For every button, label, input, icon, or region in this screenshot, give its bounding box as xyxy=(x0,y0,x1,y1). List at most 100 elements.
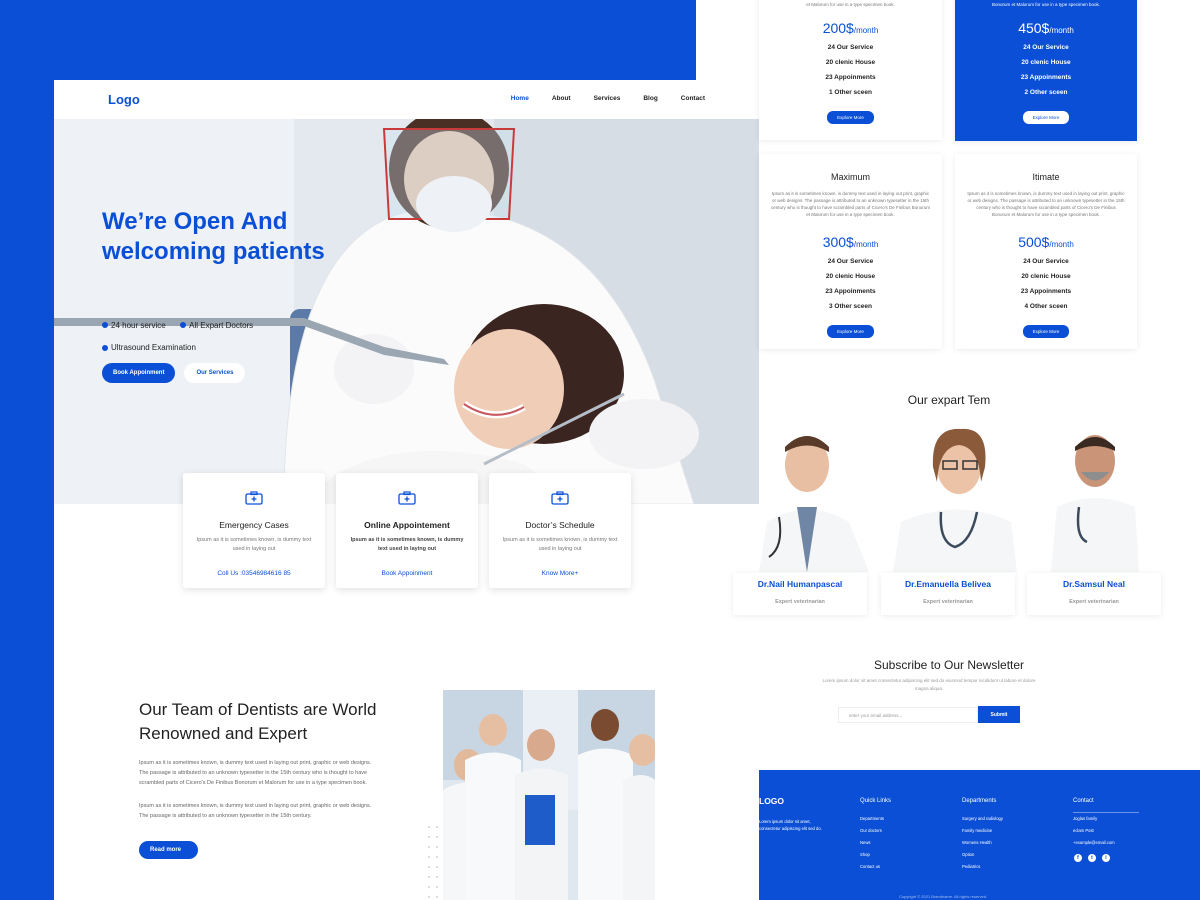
footer-link[interactable]: Our doctors xyxy=(860,828,891,833)
footer-logo[interactable]: LOGO xyxy=(759,796,784,806)
nav-links: Home About Services Blog Contact xyxy=(511,95,705,102)
doctor-card-3[interactable]: Dr.Samsul Neal Expert veterinarian xyxy=(1027,573,1161,615)
pricing-price: 500$/month xyxy=(1018,234,1074,250)
pricing-desc: Ipsum as it is sometimes known, is dummy… xyxy=(771,191,930,217)
nav-about[interactable]: About xyxy=(552,95,571,102)
newsletter-email-input[interactable]: enter your email address... xyxy=(838,707,978,723)
pricing-desc: Ipsum as it is sometimes known, is dummy… xyxy=(967,191,1125,217)
pricing-feature: 23 Appoinments xyxy=(1020,288,1072,295)
hero-section: We’re Open And welcoming patients 24 hou… xyxy=(54,119,759,504)
footer-link[interactable]: Shop xyxy=(860,852,891,857)
team-group-photo xyxy=(443,690,655,900)
nav-contact[interactable]: Contact xyxy=(681,95,705,102)
card-doctor-schedule: Doctor’s Schedule Ipsum as it is sometim… xyxy=(489,473,631,588)
our-services-button[interactable]: Our Services xyxy=(184,363,246,383)
doctor-photo xyxy=(1027,427,1163,572)
pricing-team-mockup: century who is thought to have scrambled… xyxy=(733,0,1200,770)
pricing-price: 300$/month xyxy=(822,234,879,250)
bullet-ultrasound: Ultrasound Examination xyxy=(102,343,196,352)
card-online-appointment: Online Appointement Ipsum as it is somet… xyxy=(336,473,478,588)
footer-link[interactable]: Departments xyxy=(860,816,891,821)
hero-title: We’re Open And welcoming patients xyxy=(102,208,325,265)
explore-more-button[interactable]: Explore More xyxy=(1022,111,1070,124)
card-desc: Ipsum as it is sometimes known, is dummy… xyxy=(196,537,312,552)
book-appointment-button[interactable]: Book Appoinment xyxy=(102,363,176,383)
footer-link[interactable]: News xyxy=(860,840,891,845)
nav-home[interactable]: Home xyxy=(511,95,529,102)
hero-buttons: Book Appoinment Our Services xyxy=(102,363,246,383)
doctor-card-1[interactable]: Dr.Nail Humanpascal Expert veterinarian xyxy=(733,573,867,615)
pricing-card-itimate: Itimate Ipsum as it is sometimes known, … xyxy=(955,154,1137,349)
doctor-card-2[interactable]: Dr.Emanuella Belivea Expert veterinarian xyxy=(881,573,1015,615)
newsletter-submit-button[interactable]: Submit xyxy=(978,706,1020,723)
pricing-feature: 20 clenic House xyxy=(1021,59,1071,66)
doctor-name: Dr.Emanuella Belivea xyxy=(905,579,991,589)
footer-departments: Departments Surgery and radiology Family… xyxy=(962,798,1003,876)
pricing-feature: 24 Our Service xyxy=(827,44,874,51)
team-paragraph-2: Ipsum as it is sometimes known, is dummy… xyxy=(139,803,372,819)
footer-link[interactable]: Family medicine xyxy=(962,828,1003,833)
read-more-button[interactable]: Read more xyxy=(139,841,198,859)
explore-more-button[interactable]: Explore More xyxy=(827,325,874,338)
pricing-card-maximum: Maximum Ipsum as it is sometimes known, … xyxy=(759,154,942,349)
nav-blog[interactable]: Blog xyxy=(643,95,657,102)
service-cards: Emergency Cases Ipsum as it is sometimes… xyxy=(183,473,631,588)
footer-quick-links: Quick Links Departments Our doctors News… xyxy=(860,798,891,876)
pricing-feature: 24 Our Service xyxy=(827,258,874,265)
expert-team-title: Our expart Tem xyxy=(907,393,991,407)
footer-heading: Quick Links xyxy=(860,798,892,804)
footer-social: f t i xyxy=(1074,854,1110,862)
card-emergency: Emergency Cases Ipsum as it is sometimes… xyxy=(183,473,325,588)
pricing-feature: 23 Appoinments xyxy=(825,288,876,295)
doctor-photo xyxy=(881,427,1017,572)
doctor-role: Expert veterinarian xyxy=(1069,599,1119,605)
card-desc: Ipsum as it is sometimes known, is dummy… xyxy=(502,537,618,552)
footer-link[interactable]: Surgery and radiology xyxy=(962,816,1003,821)
nav-services[interactable]: Services xyxy=(594,95,621,102)
know-more-link[interactable]: Know More+ xyxy=(489,570,631,577)
pricing-name: Itimate xyxy=(1032,172,1060,182)
bullet-dot-icon xyxy=(180,322,187,328)
pricing-card-1: century who is thought to have scrambled… xyxy=(759,0,942,140)
doctor-name: Dr.Nail Humanpascal xyxy=(757,579,843,589)
footer-contact: Contact Joglas family eclam Post +exampl… xyxy=(1073,798,1115,852)
footer-about: Lorem ipsum dolor sit amet, consectetur … xyxy=(759,819,822,831)
footer-link[interactable]: Pediatrics xyxy=(962,864,1003,869)
dots-pattern xyxy=(428,826,438,898)
footer-copyright: Copyright © 2021 Brandname. All rights r… xyxy=(899,894,988,899)
bullet-dot-icon xyxy=(102,322,108,328)
bullet-doctors: All Expart Doctors xyxy=(180,321,253,330)
medical-kit-icon xyxy=(245,491,263,505)
footer-link[interactable]: Contact us xyxy=(860,864,891,869)
footer-contact-item: Joglas family xyxy=(1073,816,1098,821)
team-paragraph-1: Ipsum as it is sometimes known, is dummy… xyxy=(139,760,372,786)
book-appointment-link[interactable]: Book Appoinment xyxy=(336,570,478,577)
explore-more-button[interactable]: Explore More xyxy=(1022,325,1070,338)
logo[interactable]: Logo xyxy=(108,92,140,107)
card-desc: Ipsum as it is sometimes known, is dummy… xyxy=(350,537,464,552)
footer-link[interactable]: Womens Health xyxy=(962,840,1003,845)
medical-kit-icon xyxy=(551,491,569,505)
doctor-photo xyxy=(759,427,895,572)
pricing-feature: 23 Appoinments xyxy=(825,74,876,81)
footer-link[interactable]: Option xyxy=(962,852,1003,857)
pricing-feature: 20 clenic House xyxy=(825,59,876,66)
newsletter-title: Subscribe to Our Newsletter xyxy=(873,658,1025,672)
doctor-role: Expert veterinarian xyxy=(775,599,825,605)
footer-heading: Contact xyxy=(1073,798,1094,804)
card-title: Doctor’s Schedule xyxy=(525,520,595,530)
explore-more-button[interactable]: Explore More xyxy=(827,111,874,124)
pricing-feature: 3 Other sceen xyxy=(829,303,872,310)
facebook-icon[interactable]: f xyxy=(1074,854,1082,862)
pricing-feature: 4 Other sceen xyxy=(1024,303,1068,310)
twitter-icon[interactable]: t xyxy=(1088,854,1096,862)
card-title: Emergency Cases xyxy=(219,520,289,530)
pricing-desc: century who is thought to have scrambled… xyxy=(991,2,1101,7)
footer-contact-item: eclam Post xyxy=(1073,828,1094,833)
pricing-name: Maximum xyxy=(830,172,870,182)
call-us-link[interactable]: Coll Us :03546984616 85 xyxy=(183,570,325,577)
medical-kit-icon xyxy=(398,491,416,505)
instagram-icon[interactable]: i xyxy=(1102,854,1110,862)
pricing-desc: century who is thought to have scrambled… xyxy=(806,2,895,7)
doctor-role: Expert veterinarian xyxy=(923,599,973,605)
